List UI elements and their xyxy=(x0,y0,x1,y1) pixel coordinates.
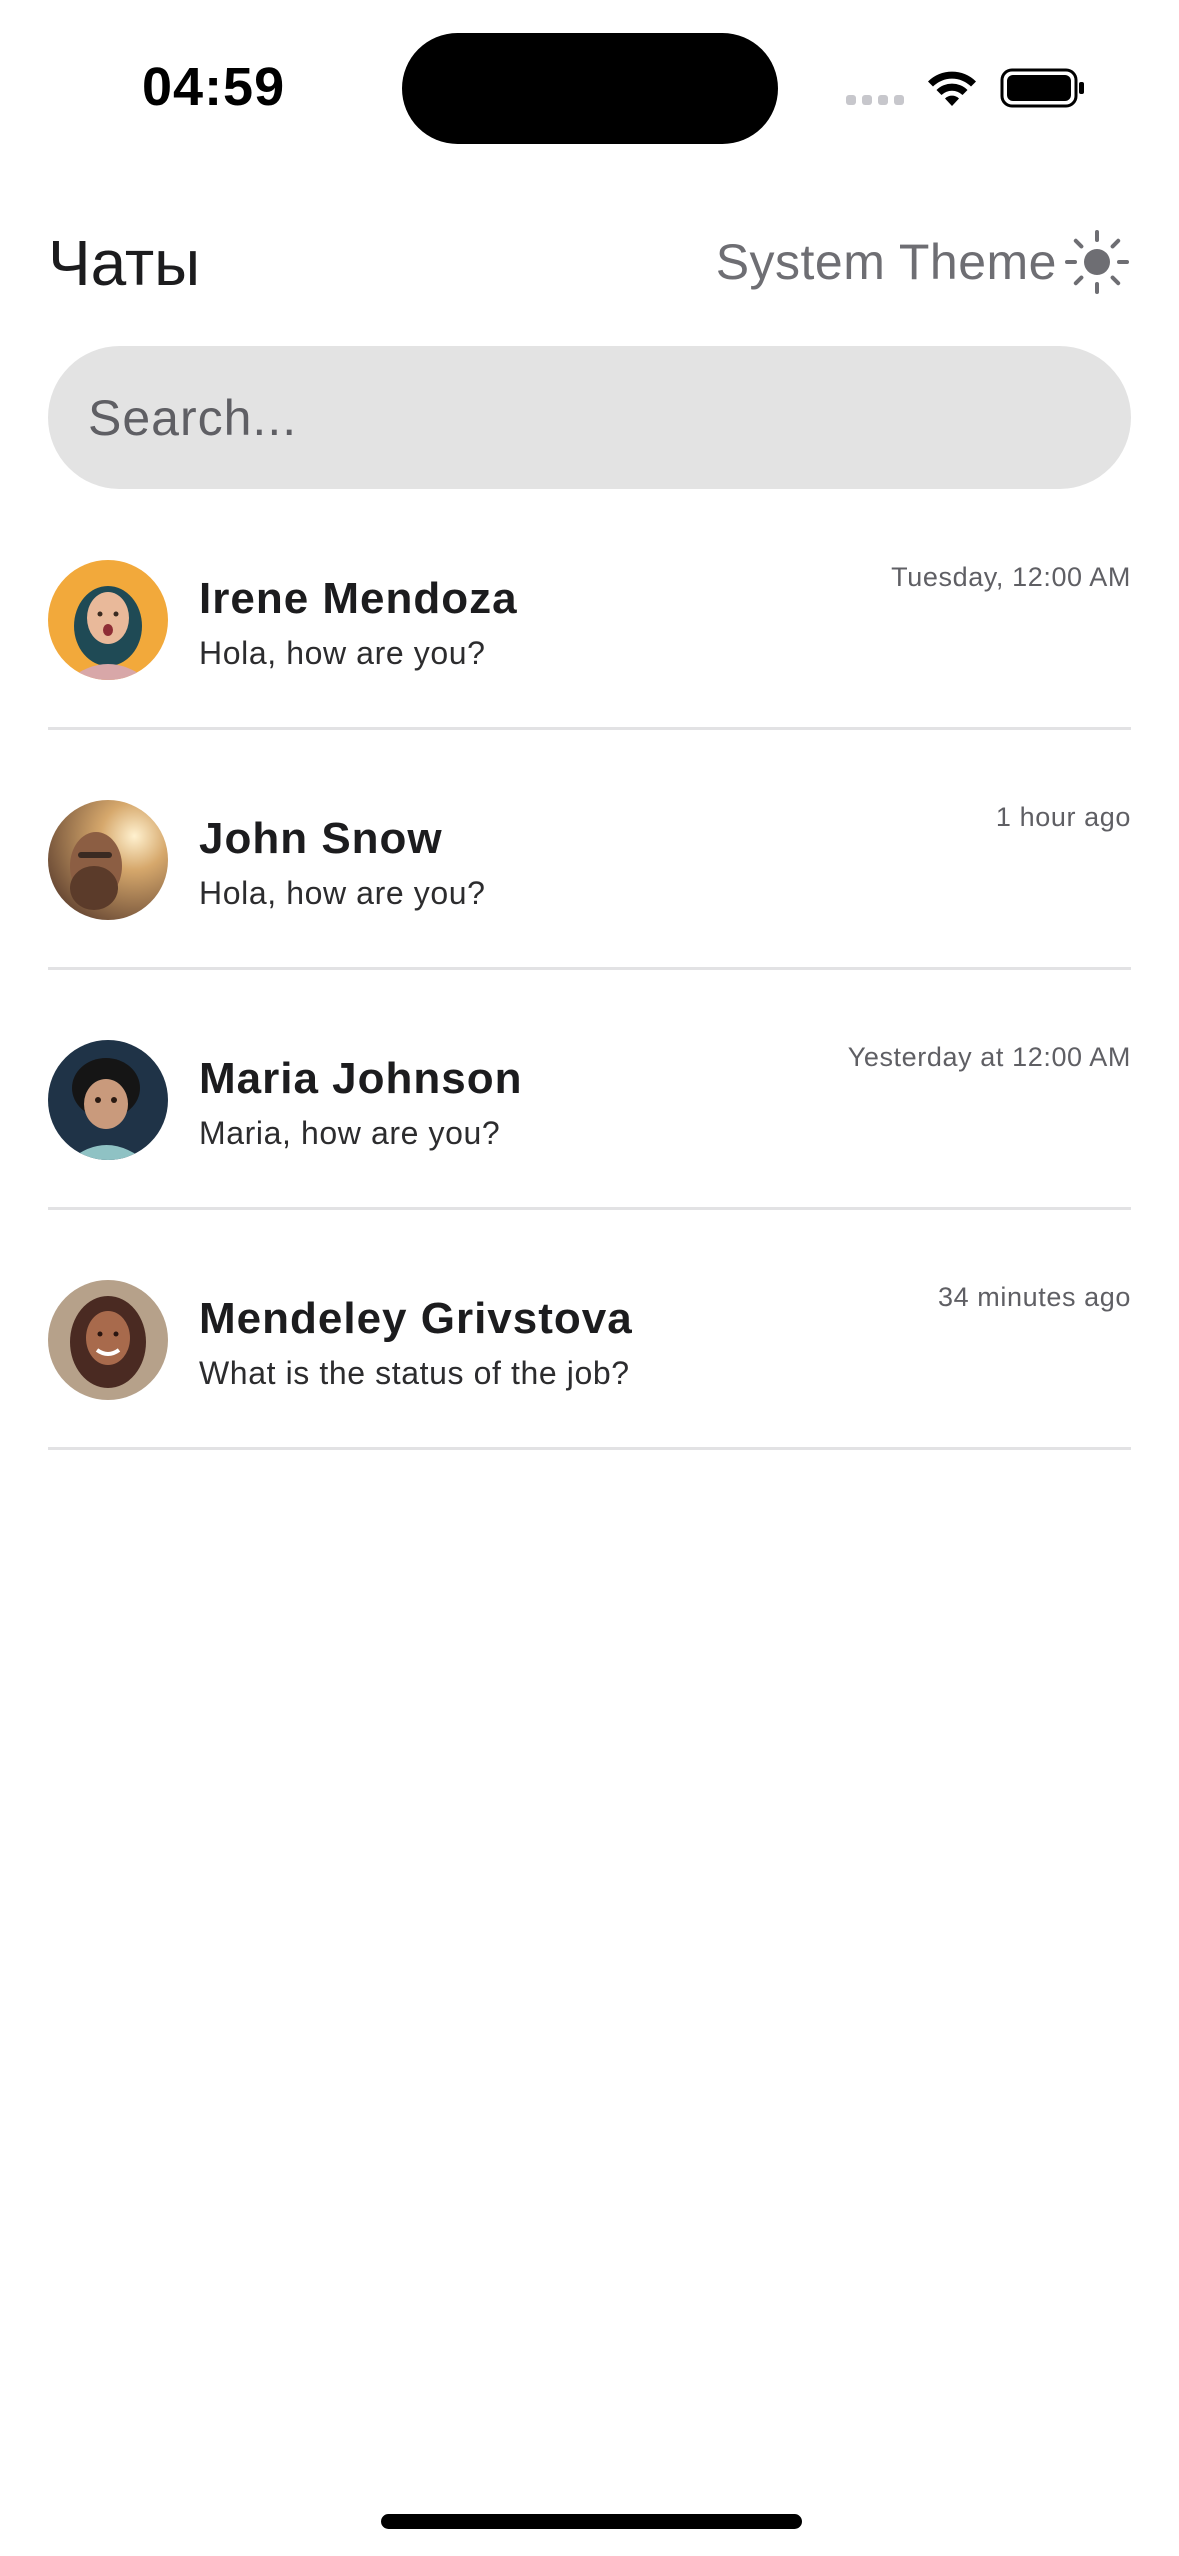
avatar-maria xyxy=(48,1040,168,1160)
wifi-icon xyxy=(928,71,976,106)
chat-list: Irene Mendoza Hola, how are you? Tuesday… xyxy=(48,490,1131,1450)
avatar-john xyxy=(48,800,168,920)
chat-name: Irene Mendoza xyxy=(199,574,518,623)
sun-icon xyxy=(1065,230,1129,294)
chat-timestamp: Yesterday at 12:00 AM xyxy=(847,1042,1131,1072)
avatar-mendeley xyxy=(48,1280,168,1400)
search-input[interactable] xyxy=(86,387,1093,448)
home-indicator[interactable] xyxy=(381,2514,802,2529)
chat-last-message: What is the status of the job? xyxy=(199,1355,630,1391)
chat-timestamp: 34 minutes ago xyxy=(937,1282,1131,1312)
avatar[interactable] xyxy=(48,1280,168,1400)
page-title: Чаты xyxy=(48,227,201,299)
chat-list-item[interactable]: Maria Johnson Maria, how are you? Yester… xyxy=(48,970,1131,1210)
avatar[interactable] xyxy=(48,560,168,680)
chat-last-message: Maria, how are you? xyxy=(199,1115,501,1151)
cellular-signal-icon xyxy=(846,95,904,105)
status-time: 04:59 xyxy=(142,57,286,117)
chat-list-item[interactable]: Irene Mendoza Hola, how are you? Tuesday… xyxy=(48,490,1131,730)
chat-name: Mendeley Grivstova xyxy=(199,1294,633,1343)
chat-name: John Snow xyxy=(199,814,443,863)
dynamic-island xyxy=(402,33,778,144)
chat-list-item[interactable]: John Snow Hola, how are you? 1 hour ago xyxy=(48,730,1131,970)
chat-last-message: Hola, how are you? xyxy=(199,635,486,671)
chat-timestamp: Tuesday, 12:00 AM xyxy=(891,562,1131,592)
chat-list-item[interactable]: Mendeley Grivstova What is the status of… xyxy=(48,1210,1131,1450)
search-field[interactable] xyxy=(48,346,1131,489)
chat-name: Maria Johnson xyxy=(199,1054,523,1103)
theme-toggle-button[interactable]: System Theme xyxy=(716,222,1131,302)
avatar[interactable] xyxy=(48,1040,168,1160)
avatar[interactable] xyxy=(48,800,168,920)
avatar-irene xyxy=(48,560,168,680)
chat-timestamp: 1 hour ago xyxy=(995,802,1131,832)
chat-last-message: Hola, how are you? xyxy=(199,875,486,911)
theme-toggle-label: System Theme xyxy=(715,234,1057,290)
battery-icon xyxy=(1000,68,1084,108)
